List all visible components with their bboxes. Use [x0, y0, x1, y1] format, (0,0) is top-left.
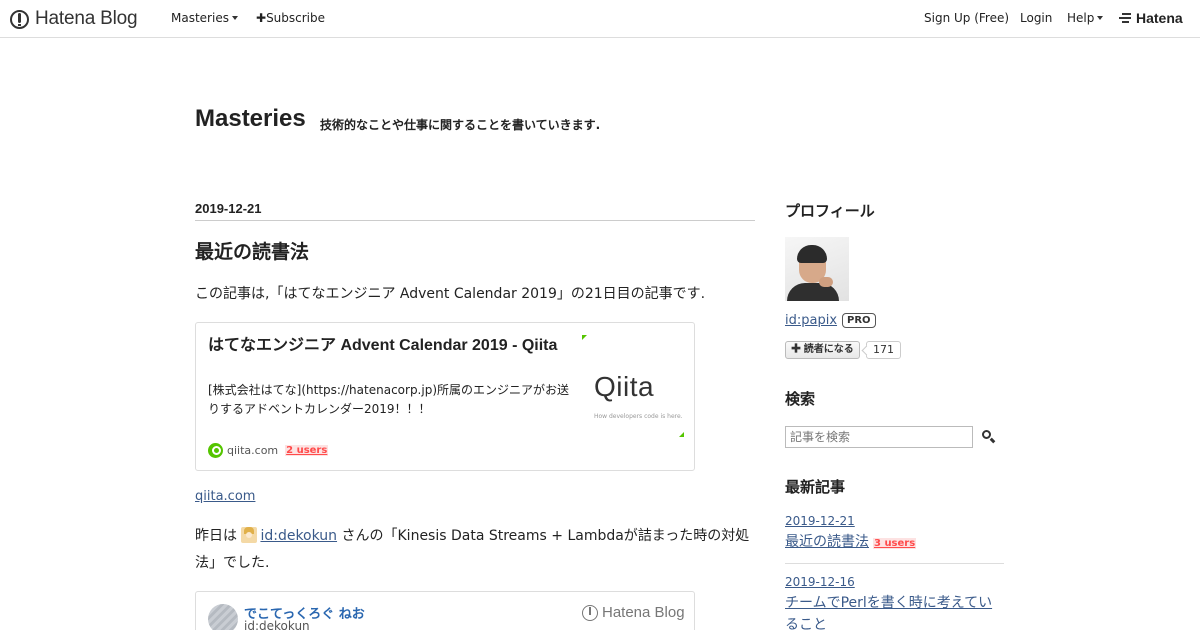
subscribe-label: Subscribe — [266, 11, 326, 25]
search-button[interactable] — [981, 429, 997, 445]
date-divider — [195, 220, 755, 221]
blog-description: 技術的なことや仕事に関することを書いていきます. — [320, 118, 601, 132]
embed-card-title: はてなエンジニア Advent Calendar 2019 - Qiita — [208, 337, 558, 354]
hatena-corp-logo-text: Hatena — [1136, 10, 1183, 26]
user-link-dekokun[interactable]: id:dekokun — [260, 528, 337, 544]
bookmark-users-badge[interactable]: 2 users — [285, 445, 329, 456]
recent-post-title-link[interactable]: 最近の読書法 — [785, 534, 869, 550]
pro-badge: PRO — [842, 313, 876, 328]
embed-card-thumbnail: Qiita How developers code is here. — [582, 335, 684, 437]
recent-post-title-link[interactable]: チームでPerlを書く時に考えていること — [785, 595, 992, 630]
hatena-blog-logo-text: Hatena Blog — [35, 8, 138, 29]
entry-title[interactable]: 最近の読書法 — [195, 237, 309, 264]
entry-paragraph-2: 昨日は id:dekokun さんの「Kinesis Data Streams … — [195, 523, 755, 577]
embed-card-description: [株式会社はてな](https://hatenacorp.jp)所属のエンジニア… — [208, 383, 570, 416]
embed-blog-id: id:dekokun — [244, 619, 310, 630]
embed-brand-text: Hatena Blog — [602, 604, 685, 621]
embed-brand: Hatena Blog — [582, 604, 685, 621]
recent-posts-heading: 最新記事 — [785, 478, 846, 496]
hatena-blog-embed-card[interactable]: でこてっくろぐ ねお id:dekokun Hatena Blog — [195, 591, 695, 630]
entry-date[interactable]: 2019-12-21 — [195, 201, 262, 216]
qiita-favicon-icon — [208, 443, 223, 458]
entry-intro: この記事は,「はてなエンジニア Advent Calendar 2019」の21… — [195, 286, 706, 302]
hatena-corp-logo-icon — [1119, 12, 1133, 24]
hatena-blog-logo[interactable]: Hatena Blog — [10, 6, 138, 32]
caret-down-icon — [1097, 16, 1104, 20]
profile-id-link[interactable]: id:papix — [785, 313, 837, 328]
embed-blog-avatar — [208, 604, 238, 630]
subscribe-reader-label: 読者になる — [803, 344, 854, 355]
recent-post-item: チームでPerlを書く時に考えていること — [785, 592, 1000, 630]
subscribe-link[interactable]: ✚Subscribe — [256, 11, 325, 25]
recent-post-date[interactable]: 2019-12-21 — [785, 514, 855, 528]
profile-avatar[interactable] — [785, 237, 849, 301]
recent-divider — [785, 563, 1004, 564]
recent-post-date[interactable]: 2019-12-16 — [785, 575, 855, 589]
plus-icon: ✚ — [256, 11, 267, 25]
search-icon — [982, 430, 991, 439]
profile-heading: プロフィール — [785, 202, 875, 220]
recent-post-item: 最近の読書法 3 users — [785, 531, 1000, 555]
caret-down-icon — [231, 16, 238, 20]
masteries-menu-label: Masteries — [171, 11, 229, 25]
hatena-blog-logo-icon — [582, 604, 598, 621]
qiita-embed-card[interactable]: はてなエンジニア Advent Calendar 2019 - Qiita [株… — [195, 322, 695, 471]
blog-title[interactable]: Masteries — [195, 105, 306, 133]
subscribe-reader-button[interactable]: ✚ 読者になる — [785, 341, 860, 359]
bookmark-users-badge[interactable]: 3 users — [873, 538, 917, 549]
hatena-blog-logo-icon — [10, 9, 29, 29]
help-menu[interactable]: Help — [1067, 11, 1104, 25]
qiita-tagline: How developers code is here. — [594, 413, 683, 420]
para2-prefix: 昨日は — [195, 528, 237, 544]
plus-icon: ✚ — [791, 344, 804, 355]
login-link[interactable]: Login — [1020, 11, 1052, 25]
help-menu-label: Help — [1067, 11, 1095, 25]
search-heading: 検索 — [785, 390, 816, 408]
hatena-corp-logo[interactable]: Hatena — [1119, 10, 1183, 26]
embed-card-footer: qiita.com 2 users — [208, 443, 329, 458]
global-header: Hatena Blog Masteries ✚Subscribe Sign Up… — [0, 0, 1200, 38]
qiita-source-link[interactable]: qiita.com — [195, 489, 255, 504]
masteries-menu[interactable]: Masteries — [171, 11, 238, 25]
signup-link[interactable]: Sign Up (Free) — [924, 11, 1009, 25]
search-input[interactable] — [785, 426, 973, 448]
subscriber-count: 171 — [866, 341, 901, 359]
user-avatar-icon — [241, 527, 258, 543]
qiita-logo: Qiita — [594, 371, 655, 402]
embed-card-domain: qiita.com — [227, 444, 279, 457]
